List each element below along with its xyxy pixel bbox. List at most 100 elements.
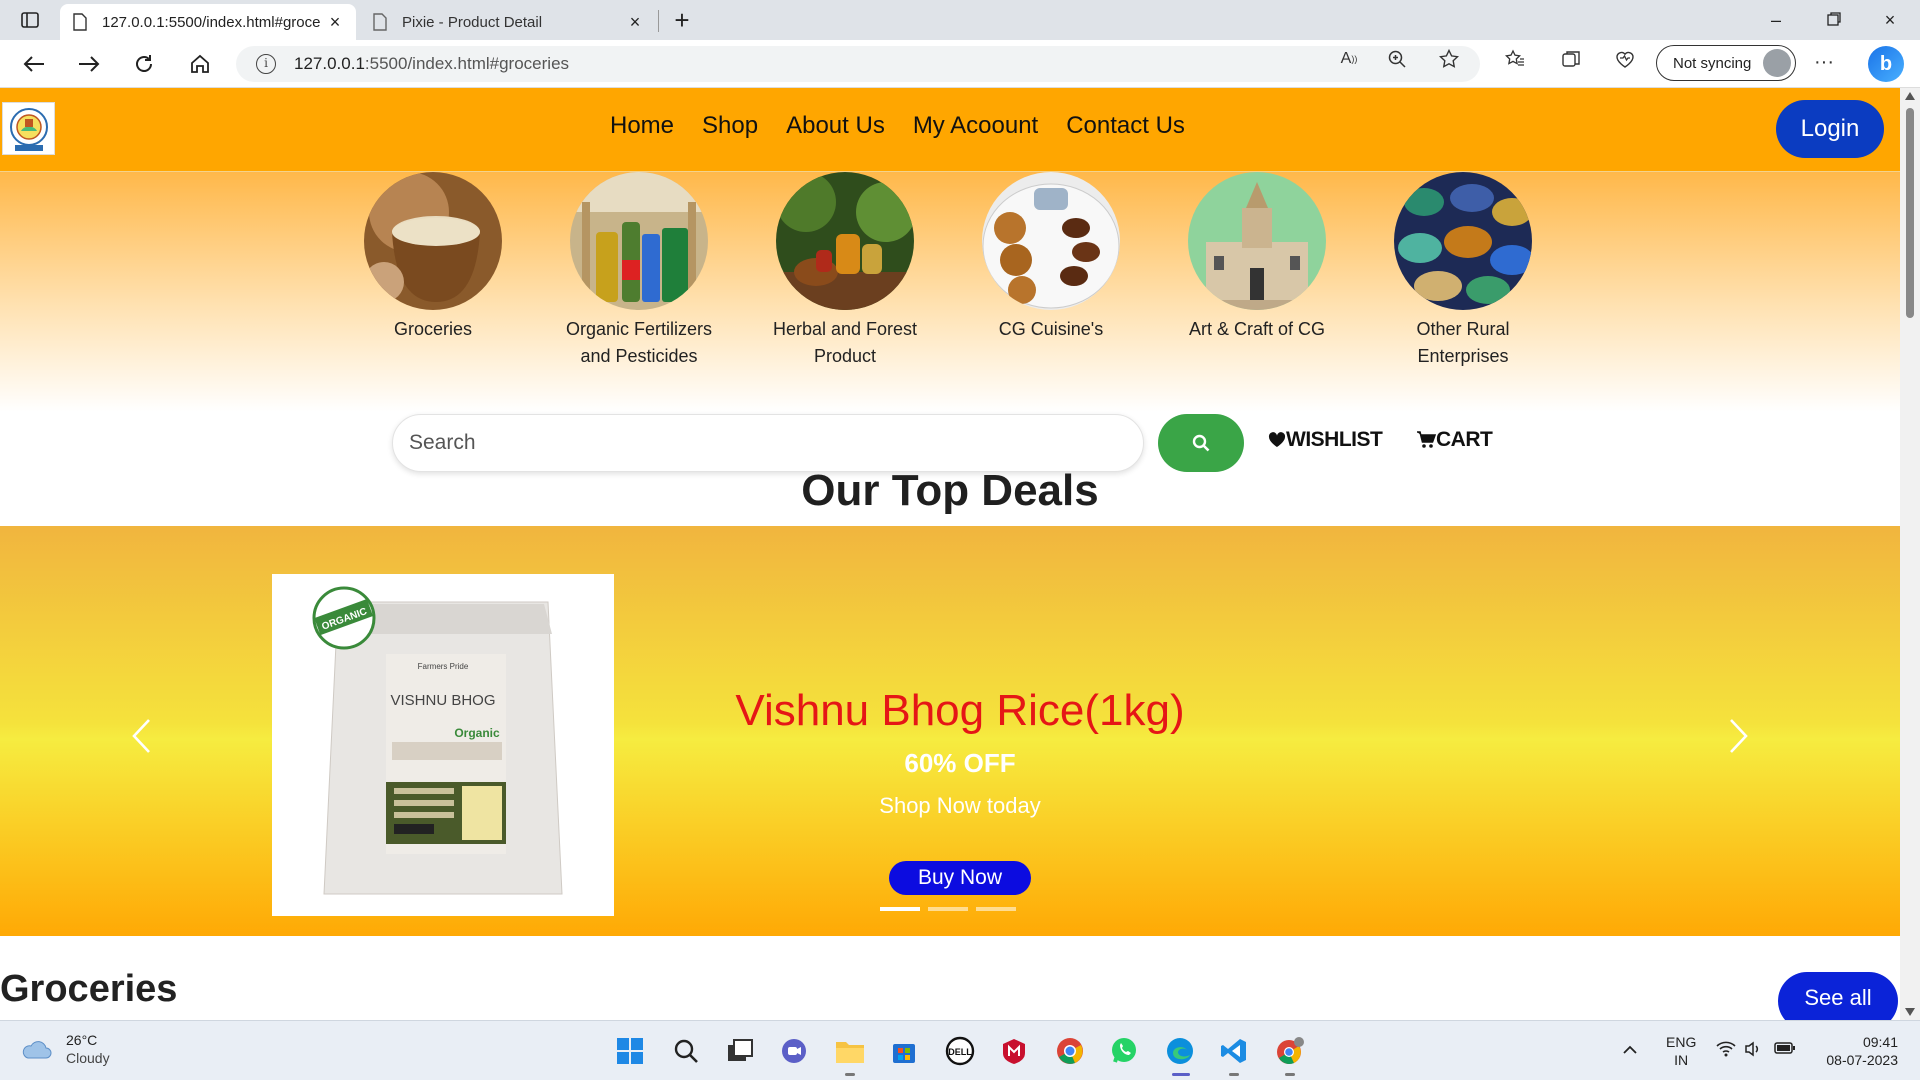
url-field[interactable]: i 127.0.0.1:5500/index.html#groceries [236, 46, 1480, 82]
category-label: CG Cuisine's [998, 319, 1104, 339]
mcafee-icon[interactable] [996, 1033, 1032, 1069]
pack-name: VISHNU BHOG [390, 692, 495, 709]
web-page: Home Shop About Us My Acoount Contact Us… [0, 88, 1900, 1020]
carousel-indicator-3[interactable] [976, 907, 1016, 911]
tab-title: Pixie - Product Detail [402, 13, 543, 31]
vscode-icon[interactable] [1216, 1033, 1252, 1069]
page-scrollbar[interactable] [1900, 88, 1920, 1020]
search-icon[interactable] [668, 1033, 704, 1069]
battery-icon[interactable] [1774, 1041, 1796, 1059]
tab-inactive[interactable]: Pixie - Product Detail × [360, 4, 656, 40]
scroll-down-icon[interactable] [1905, 1008, 1915, 1016]
volume-icon[interactable] [1744, 1041, 1762, 1061]
category-herbal-forest[interactable]: Herbal and Forest Product [770, 172, 920, 370]
forward-icon[interactable] [75, 50, 103, 78]
category-label: Herbal and Forest Product [772, 319, 918, 366]
category-groceries[interactable]: Groceries [358, 172, 508, 343]
slide-caption: Vishnu Bhog Rice(1kg) 60% OFF Shop Now t… [560, 686, 1360, 819]
search-button[interactable] [1158, 414, 1244, 472]
favorite-star-icon[interactable] [1438, 48, 1460, 70]
home-icon[interactable] [186, 50, 214, 78]
file-explorer-icon[interactable] [832, 1033, 868, 1069]
tab-actions-icon[interactable] [14, 8, 46, 32]
favorites-icon[interactable] [1504, 48, 1526, 70]
nav-home[interactable]: Home [610, 112, 674, 140]
read-aloud-icon[interactable]: A)) [1338, 48, 1360, 70]
tray-overflow-icon[interactable] [1622, 1041, 1638, 1059]
carousel-prev-button[interactable] [126, 716, 156, 756]
category-label: Groceries [393, 319, 473, 339]
collections-icon[interactable] [1560, 48, 1582, 70]
store-icon[interactable] [886, 1033, 922, 1069]
weather-condition: Cloudy [66, 1050, 110, 1066]
chrome-icon[interactable] [1052, 1033, 1088, 1069]
heart-icon [1268, 432, 1286, 447]
buy-now-button[interactable]: Buy Now [889, 861, 1031, 895]
chat-icon[interactable] [776, 1033, 812, 1069]
nav-about-us[interactable]: About Us [786, 112, 885, 140]
url-host: 127.0.0.1 [294, 54, 365, 73]
wishlist-label: WISHLIST [1286, 428, 1383, 451]
tab-active[interactable]: 127.0.0.1:5500/index.html#groce × [60, 4, 356, 40]
language-indicator[interactable]: ENG IN [1666, 1033, 1696, 1069]
site-header: Home Shop About Us My Acoount Contact Us… [0, 88, 1900, 172]
browser-essentials-icon[interactable] [1614, 48, 1636, 70]
login-button[interactable]: Login [1776, 100, 1884, 158]
carousel-next-button[interactable] [1724, 716, 1754, 756]
wishlist-link[interactable]: WISHLIST [1268, 428, 1383, 452]
carousel-indicator-1[interactable] [880, 907, 920, 911]
chevron-left-icon [132, 719, 150, 753]
category-image [776, 172, 914, 310]
site-logo[interactable] [2, 102, 55, 155]
info-icon[interactable]: i [256, 54, 276, 74]
close-icon[interactable]: × [626, 13, 644, 31]
tab-title: 127.0.0.1:5500/index.html#groce [102, 13, 321, 31]
edge-icon[interactable] [1162, 1033, 1198, 1069]
more-options-icon[interactable]: ··· [1810, 50, 1838, 78]
deals-carousel: ORGANIC Farmers Pride VISHNU BHOG Organi… [0, 526, 1900, 936]
carousel-indicator-2[interactable] [928, 907, 968, 911]
start-icon[interactable] [612, 1033, 648, 1069]
zoom-icon[interactable] [1386, 48, 1408, 70]
profile-sync-button[interactable]: Not syncing [1656, 45, 1796, 81]
restore-button[interactable] [1814, 6, 1854, 34]
category-organic-fertilizers[interactable]: Organic Fertilizers and Pesticides [564, 172, 714, 370]
scroll-thumb[interactable] [1906, 108, 1914, 318]
nav-my-account[interactable]: My Acoount [913, 112, 1038, 140]
category-label: Organic Fertilizers and Pesticides [565, 319, 713, 366]
cloud-icon [22, 1041, 52, 1059]
search-input[interactable] [392, 414, 1144, 472]
pack-brand: Farmers Pride [418, 662, 469, 671]
date: 08-07-2023 [1826, 1052, 1898, 1068]
chrome-profile-icon[interactable] [1272, 1033, 1308, 1069]
nav-contact-us[interactable]: Contact Us [1066, 112, 1185, 140]
wifi-icon[interactable] [1716, 1041, 1736, 1061]
minimize-button[interactable]: – [1756, 6, 1796, 34]
region: IN [1674, 1052, 1689, 1068]
back-icon[interactable] [20, 50, 48, 78]
nav-shop[interactable]: Shop [702, 112, 758, 140]
refresh-icon[interactable] [130, 50, 158, 78]
document-icon [373, 13, 387, 31]
weather-widget[interactable]: 26°C Cloudy [20, 1031, 110, 1067]
clock[interactable]: 09:41 08-07-2023 [1818, 1033, 1898, 1069]
category-image [1394, 172, 1532, 310]
scroll-up-icon[interactable] [1905, 92, 1915, 100]
dell-icon[interactable]: DELL [942, 1033, 978, 1069]
close-window-button[interactable]: × [1870, 6, 1910, 34]
slide-title: Vishnu Bhog Rice(1kg) [735, 686, 1185, 735]
see-all-button[interactable]: See all [1778, 972, 1898, 1020]
cart-link[interactable]: CART [1416, 428, 1493, 452]
search-row: WISHLIST CART [0, 406, 1900, 472]
category-art-craft[interactable]: Art & Craft of CG [1182, 172, 1332, 343]
svg-text:DELL: DELL [948, 1047, 972, 1057]
cart-label: CART [1436, 428, 1493, 451]
whatsapp-icon[interactable] [1106, 1033, 1142, 1069]
category-other-rural[interactable]: Other Rural Enterprises [1388, 172, 1538, 370]
task-view-icon[interactable] [722, 1033, 758, 1069]
new-tab-button[interactable]: + [668, 6, 696, 34]
category-cg-cuisine[interactable]: CG Cuisine's [976, 172, 1126, 343]
close-icon[interactable]: × [326, 13, 344, 31]
bing-icon[interactable]: b [1868, 46, 1904, 82]
browser-tab-bar: 127.0.0.1:5500/index.html#groce × Pixie … [0, 0, 1920, 40]
